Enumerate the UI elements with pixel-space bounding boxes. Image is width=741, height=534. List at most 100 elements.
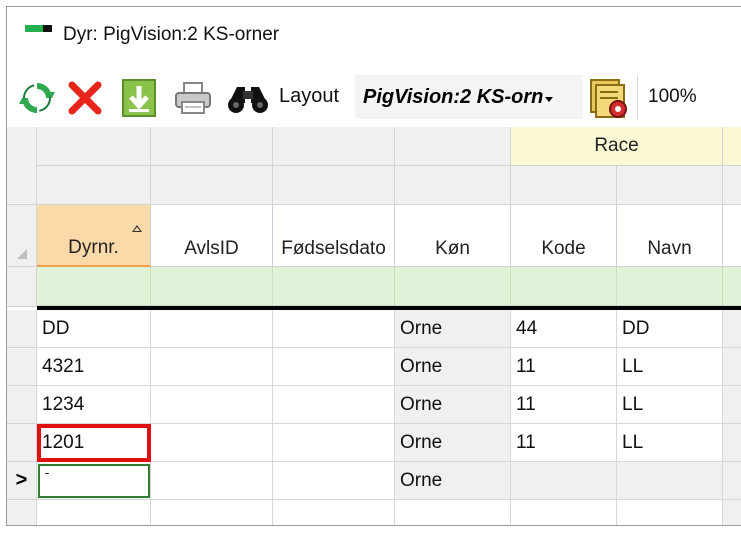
column-header-avlsid[interactable]: AvlsID: [151, 205, 273, 267]
refresh-icon: [17, 78, 57, 118]
toolbar: Layout PigVision:2 KS-orn 100%: [7, 69, 741, 127]
cell-avlsid[interactable]: [151, 348, 273, 386]
column-label: Køn: [435, 238, 470, 259]
layout-settings-button[interactable]: [585, 75, 633, 121]
column-label: Dyrnr.: [68, 237, 119, 258]
row-indicator[interactable]: [7, 424, 37, 462]
print-button[interactable]: [171, 75, 215, 121]
column-label: Kode: [541, 238, 586, 259]
empty-cell: [151, 500, 273, 525]
cell-navn[interactable]: LL: [617, 348, 723, 386]
window-title: Dyr: PigVision:2 KS-orner: [63, 24, 280, 45]
band-cell: [395, 127, 511, 166]
filter-cell-dyrnr[interactable]: [37, 267, 151, 306]
band-cell: [723, 166, 741, 205]
chevron-down-icon: [545, 96, 554, 102]
new-row-cell-navn[interactable]: [617, 462, 723, 500]
row-indicator[interactable]: [7, 386, 37, 424]
column-label: Fødselsdato: [281, 238, 386, 259]
band-cell: [37, 166, 151, 205]
download-button[interactable]: [117, 75, 161, 121]
search-button[interactable]: [223, 75, 273, 121]
filter-cell-extra: [723, 267, 741, 306]
cell-dyrnr[interactable]: 4321: [37, 348, 151, 386]
cell-fodselsdato[interactable]: [273, 310, 395, 348]
cell-kode[interactable]: 44: [511, 310, 617, 348]
data-grid: Race Dyrnr. AvlsID Fødselsdato Køn Kode …: [7, 127, 741, 525]
cell-dyrnr[interactable]: DD: [37, 310, 151, 348]
empty-cell: [723, 500, 741, 525]
corner-triangle-icon: [17, 249, 27, 259]
cell-kon[interactable]: Orne: [395, 386, 511, 424]
new-row-cell-kode[interactable]: [511, 462, 617, 500]
window: Dyr: PigVision:2 KS-orner Layout PigVisi…: [6, 6, 741, 526]
cell-dyrnr-highlighted[interactable]: 1201: [37, 424, 151, 462]
cell-fodselsdato[interactable]: [273, 424, 395, 462]
column-header-kode[interactable]: Kode: [511, 205, 617, 267]
refresh-button[interactable]: [15, 75, 59, 121]
filter-cell-fodselsdato[interactable]: [273, 267, 395, 306]
binoculars-icon: [225, 81, 271, 115]
layout-settings-icon: [587, 76, 631, 120]
band-cell: [151, 127, 273, 166]
band-cell: [511, 166, 617, 205]
filter-row-indicator: [7, 267, 37, 307]
layout-dropdown[interactable]: PigVision:2 KS-orn: [355, 75, 583, 119]
cell-kon[interactable]: Orne: [395, 424, 511, 462]
cell-extra: [723, 424, 741, 462]
cell-kode[interactable]: 11: [511, 386, 617, 424]
cell-fodselsdato[interactable]: [273, 348, 395, 386]
new-row-cell-fodselsdato[interactable]: [273, 462, 395, 500]
filter-cell-navn[interactable]: [617, 267, 723, 306]
cell-kode[interactable]: 11: [511, 348, 617, 386]
band-cell: [273, 166, 395, 205]
column-header-extra: [723, 205, 741, 267]
new-row-cell-kon[interactable]: Orne: [395, 462, 511, 500]
empty-cell: [273, 500, 395, 525]
new-row-cell-avlsid[interactable]: [151, 462, 273, 500]
filter-cell-kode[interactable]: [511, 267, 617, 306]
zoom-field[interactable]: 100%: [637, 75, 741, 119]
cell-avlsid[interactable]: [151, 310, 273, 348]
print-icon: [173, 80, 213, 116]
delete-button[interactable]: [63, 75, 107, 121]
band-cell: [617, 166, 723, 205]
cell-dyrnr[interactable]: 1234: [37, 386, 151, 424]
cell-navn[interactable]: DD: [617, 310, 723, 348]
column-header-kon[interactable]: Køn: [395, 205, 511, 267]
cell-fodselsdato[interactable]: [273, 386, 395, 424]
column-header-fodselsdato[interactable]: Fødselsdato: [273, 205, 395, 267]
empty-cell: [511, 500, 617, 525]
empty-cell: [395, 500, 511, 525]
text-caret: [45, 473, 49, 474]
active-edit-cell[interactable]: [38, 464, 150, 498]
band-cell: [273, 127, 395, 166]
row-indicator: [7, 500, 37, 525]
cell-extra: [723, 386, 741, 424]
column-header-navn[interactable]: Navn: [617, 205, 723, 267]
cell-extra: [723, 462, 741, 500]
empty-cell: [617, 500, 723, 525]
download-icon: [120, 78, 158, 118]
cell-extra: [723, 310, 741, 348]
row-indicator[interactable]: [7, 310, 37, 348]
cell-kode[interactable]: 11: [511, 424, 617, 462]
column-header-dyrnr[interactable]: Dyrnr.: [37, 205, 151, 267]
cell-navn[interactable]: LL: [617, 386, 723, 424]
filter-cell-kon[interactable]: [395, 267, 511, 306]
cell-avlsid[interactable]: [151, 386, 273, 424]
band-cell: [37, 127, 151, 166]
layout-value: PigVision:2 KS-orn: [363, 85, 544, 108]
row-header-corner: [7, 127, 37, 205]
new-row-indicator[interactable]: >: [7, 462, 37, 500]
cell-kon[interactable]: Orne: [395, 310, 511, 348]
column-label: AvlsID: [184, 238, 239, 259]
row-indicator[interactable]: [7, 348, 37, 386]
cell-avlsid[interactable]: [151, 424, 273, 462]
cell-navn[interactable]: LL: [617, 424, 723, 462]
band-cell: [395, 166, 511, 205]
band-cell: [151, 166, 273, 205]
filter-cell-avlsid[interactable]: [151, 267, 273, 306]
cell-kon[interactable]: Orne: [395, 348, 511, 386]
band-cell: [723, 127, 741, 166]
